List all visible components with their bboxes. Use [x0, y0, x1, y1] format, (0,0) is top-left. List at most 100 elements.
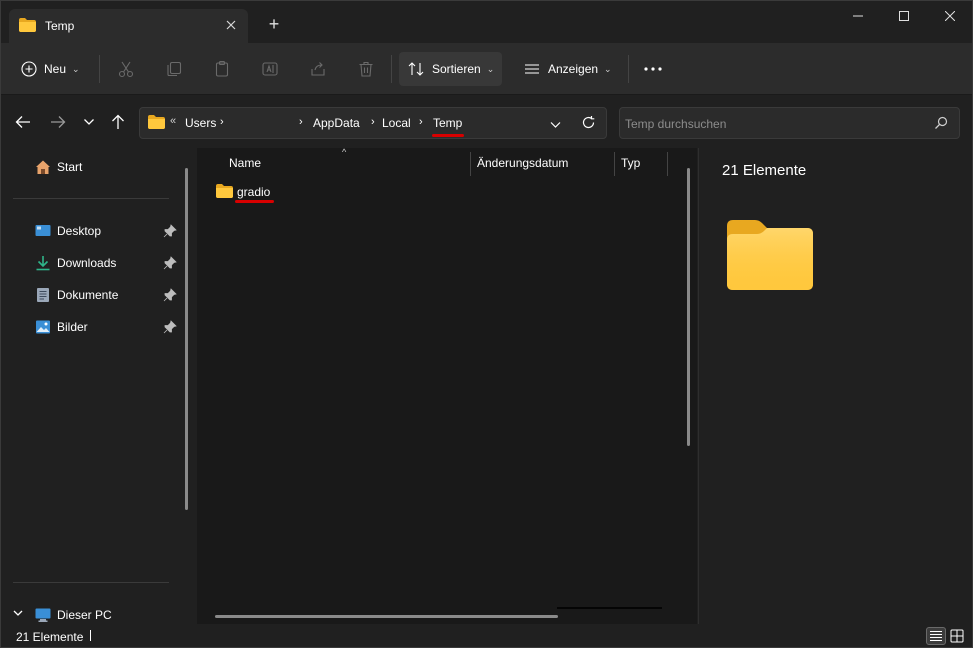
arrow-left-icon [15, 116, 30, 128]
share-button[interactable] [309, 52, 327, 86]
breadcrumb-users[interactable]: Users [185, 116, 216, 130]
pin-icon[interactable] [163, 288, 177, 302]
sort-button[interactable]: Sortieren ⌄ [399, 52, 503, 86]
details-view-button[interactable] [926, 627, 946, 645]
new-button[interactable]: Neu ⌄ [21, 52, 80, 86]
arrow-right-icon [51, 116, 66, 128]
address-history-button[interactable] [550, 118, 561, 132]
home-icon [36, 160, 50, 174]
breadcrumb-temp[interactable]: Temp [433, 116, 462, 130]
column-header-name[interactable]: Name [229, 156, 261, 170]
desktop-icon [35, 225, 51, 236]
more-icon [644, 67, 662, 71]
breadcrumb-separator[interactable]: › [419, 116, 423, 128]
breadcrumb-local[interactable]: Local [382, 116, 411, 130]
command-bar: Neu ⌄ Sortieren ⌄ Anzeigen ⌄ [1, 43, 972, 95]
sort-button-label: Sortieren [432, 62, 481, 76]
column-divider[interactable] [614, 152, 615, 176]
title-bar: Temp + [1, 1, 972, 43]
details-pane: 21 Elemente [698, 148, 972, 624]
vertical-scrollbar[interactable] [687, 168, 690, 446]
trash-icon [359, 61, 373, 77]
file-row-gradio[interactable]: gradio [211, 181, 671, 203]
view-button[interactable]: Anzeigen ⌄ [523, 52, 612, 86]
search-input[interactable] [625, 115, 915, 133]
chevron-down-icon[interactable] [13, 610, 23, 617]
breadcrumb-overflow[interactable]: « [170, 115, 176, 127]
forward-button[interactable] [47, 112, 69, 132]
document-icon [37, 288, 49, 302]
horizontal-scrollbar[interactable] [215, 615, 558, 618]
search-icon [935, 116, 948, 129]
cut-button[interactable] [117, 52, 135, 86]
share-icon [311, 62, 325, 76]
column-divider[interactable] [470, 152, 471, 176]
details-item-count: 21 Elemente [722, 162, 807, 179]
sidebar-item-pictures[interactable]: Bilder [1, 312, 181, 342]
sidebar-item-label: Start [57, 160, 83, 174]
toolbar-divider [628, 55, 629, 83]
column-header-date[interactable]: Änderungsdatum [477, 156, 568, 170]
status-item-count: 21 Elemente [16, 630, 84, 644]
view-button-label: Anzeigen [548, 62, 599, 76]
sidebar-divider [13, 582, 169, 583]
refresh-button[interactable] [581, 115, 596, 133]
rename-button[interactable] [261, 52, 279, 86]
file-explorer-window: Temp + Neu ⌄ Sortieren ⌄ Anzeigen ⌄ « Us… [0, 0, 973, 648]
paste-button[interactable] [213, 52, 231, 86]
address-row: « Users › › AppData › Local › Temp [1, 96, 972, 148]
minimize-button[interactable] [835, 1, 881, 33]
sidebar-divider [13, 198, 169, 199]
navigation-pane: Start Desktop Downloads Dokumente Bilder [1, 148, 197, 624]
plus-circle-icon [21, 61, 37, 77]
tab-close-button[interactable] [221, 15, 241, 35]
column-header-type[interactable]: Typ [621, 156, 640, 170]
pin-icon[interactable] [163, 224, 177, 238]
sidebar-item-downloads[interactable]: Downloads [1, 248, 181, 278]
sort-icon [408, 62, 424, 76]
breadcrumb-separator[interactable]: › [220, 116, 224, 128]
breadcrumb-separator[interactable]: › [299, 116, 303, 128]
close-window-button[interactable] [927, 1, 972, 33]
back-button[interactable] [12, 112, 34, 132]
new-button-label: Neu [44, 62, 67, 76]
new-tab-button[interactable]: + [263, 14, 285, 36]
sidebar-item-start[interactable]: Start [1, 152, 181, 182]
details-view-icon [930, 631, 942, 641]
status-bar: 21 Elemente [1, 624, 972, 647]
tab-title: Temp [45, 19, 75, 33]
pin-icon[interactable] [163, 320, 177, 334]
pin-icon[interactable] [163, 256, 177, 270]
sidebar-item-label: Desktop [57, 224, 102, 238]
minimize-icon [853, 15, 863, 17]
search-box[interactable] [619, 107, 960, 139]
sidebar-item-documents[interactable]: Dokumente [1, 280, 181, 310]
scrollbar-shadow [557, 607, 662, 609]
sidebar-item-desktop[interactable]: Desktop [1, 216, 181, 246]
pictures-icon [36, 320, 50, 334]
breadcrumb-separator[interactable]: › [371, 116, 375, 128]
address-bar[interactable]: « Users › › AppData › Local › Temp [139, 107, 607, 139]
folder-icon [216, 184, 233, 198]
up-button[interactable] [107, 112, 129, 132]
tiles-view-button[interactable] [948, 627, 968, 645]
folder-icon [19, 18, 36, 32]
close-icon [226, 20, 236, 30]
more-options-button[interactable] [643, 52, 663, 86]
breadcrumb-appdata[interactable]: AppData [313, 116, 360, 130]
copy-button[interactable] [165, 52, 183, 86]
scissors-icon [118, 61, 134, 78]
maximize-button[interactable] [881, 1, 927, 33]
column-divider[interactable] [667, 152, 668, 176]
maximize-icon [899, 11, 909, 21]
chevron-down-icon [550, 122, 561, 128]
tab-temp[interactable]: Temp [9, 9, 248, 43]
recent-locations-button[interactable] [78, 112, 100, 132]
sidebar-item-label: Dieser PC [57, 608, 112, 622]
sort-ascending-icon: ^ [342, 147, 347, 157]
sidebar-scrollbar[interactable] [185, 168, 188, 510]
status-separator [90, 630, 91, 641]
sidebar-item-label: Bilder [57, 320, 88, 334]
rename-icon [262, 62, 278, 76]
delete-button[interactable] [357, 52, 375, 86]
